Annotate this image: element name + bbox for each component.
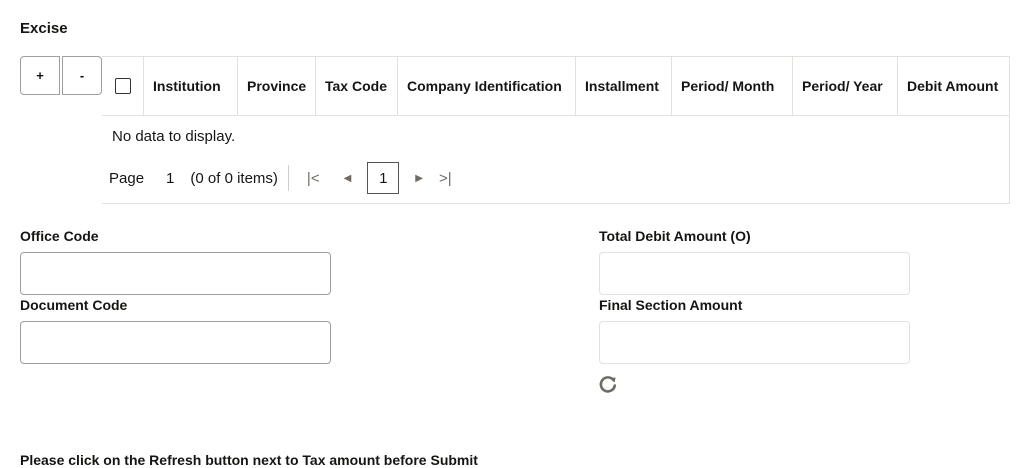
first-page-icon[interactable]: |< (307, 170, 320, 187)
column-header-institution[interactable]: Institution (144, 57, 238, 115)
last-page-icon[interactable]: >| (439, 170, 452, 187)
column-header-period-month[interactable]: Period/ Month (672, 57, 793, 115)
document-code-input[interactable] (20, 321, 331, 364)
document-code-label: Document Code (20, 297, 128, 313)
add-row-button[interactable]: + (20, 56, 60, 95)
row-action-buttons: + - (20, 56, 102, 95)
total-debit-amount-input (599, 252, 910, 295)
select-all-cell (102, 57, 144, 115)
column-header-debit-amount[interactable]: Debit Amount (898, 57, 1009, 115)
items-info: (0 of 0 items) (190, 169, 278, 187)
column-header-province[interactable]: Province (238, 57, 316, 115)
prev-page-icon[interactable]: ◀ (344, 173, 352, 184)
select-all-checkbox[interactable] (114, 78, 131, 94)
table-pager: Page 1 (0 of 0 items) |< ◀ 1 ▶ >| (102, 156, 1009, 200)
page-label: Page (109, 169, 145, 187)
current-page-button[interactable]: 1 (367, 162, 400, 194)
column-header-company-identification[interactable]: Company Identification (398, 57, 576, 115)
total-debit-amount-label: Total Debit Amount (O) (599, 228, 751, 244)
office-code-label: Office Code (20, 228, 99, 244)
final-section-amount-input (599, 321, 910, 364)
excise-table: Institution Province Tax Code Company Id… (102, 56, 1010, 204)
office-code-input[interactable] (20, 252, 331, 295)
column-header-installment[interactable]: Installment (576, 57, 672, 115)
column-header-tax-code[interactable]: Tax Code (316, 57, 398, 115)
section-title: Excise (20, 20, 68, 37)
column-header-period-year[interactable]: Period/ Year (793, 57, 898, 115)
remove-row-button[interactable]: - (62, 56, 102, 95)
table-header: Institution Province Tax Code Company Id… (102, 57, 1009, 116)
page-number: 1 (166, 169, 175, 187)
final-section-amount-label: Final Section Amount (599, 297, 743, 313)
pager-divider (287, 165, 289, 191)
empty-table-message: No data to display. (112, 127, 236, 145)
refresh-icon[interactable] (598, 374, 618, 394)
next-page-icon[interactable]: ▶ (415, 173, 423, 184)
